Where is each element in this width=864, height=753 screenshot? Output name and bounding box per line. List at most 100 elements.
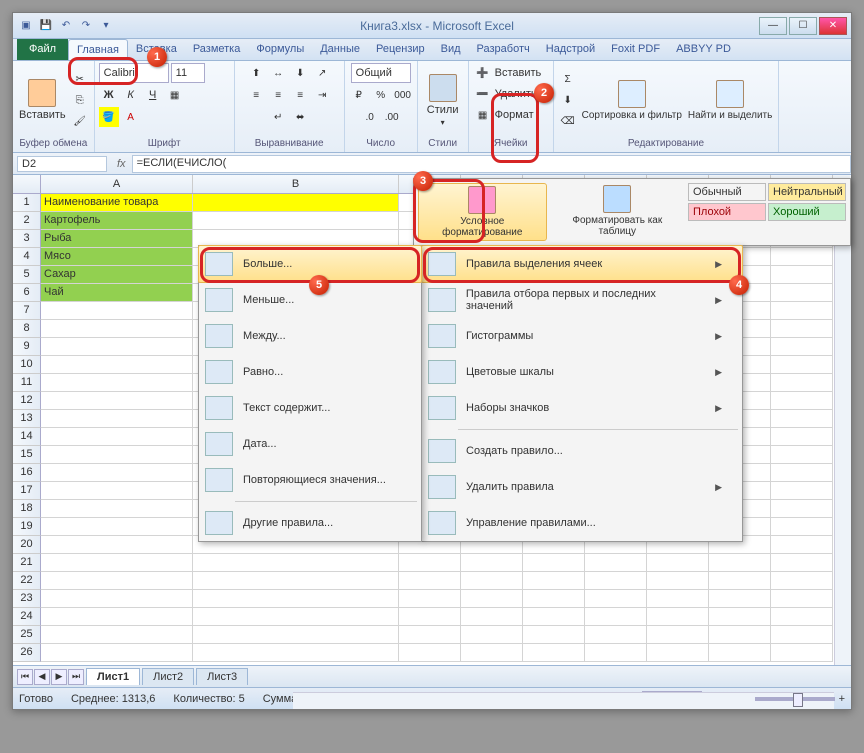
cell[interactable] (771, 500, 833, 518)
number-format-combo[interactable]: Общий (351, 63, 411, 83)
tab-data[interactable]: Данные (312, 39, 368, 60)
clear-icon[interactable]: ⌫ (558, 111, 578, 131)
cell[interactable] (41, 500, 193, 518)
cell[interactable]: Сахар (41, 266, 193, 284)
cell[interactable] (523, 554, 585, 572)
cut-icon[interactable]: ✂ (70, 69, 90, 89)
cell[interactable] (771, 392, 833, 410)
underline-icon[interactable]: Ч (143, 85, 163, 105)
row-header[interactable]: 4 (13, 248, 41, 266)
italic-icon[interactable]: К (121, 85, 141, 105)
cell[interactable]: Наименование товара (41, 194, 193, 212)
cell[interactable] (461, 626, 523, 644)
cell[interactable] (771, 284, 833, 302)
save-icon[interactable]: 💾 (37, 17, 55, 35)
insert-cells-button[interactable]: ➕Вставить (473, 63, 542, 83)
cell[interactable] (771, 536, 833, 554)
cell[interactable] (771, 302, 833, 320)
cell[interactable] (585, 572, 647, 590)
cell[interactable] (461, 554, 523, 572)
cell[interactable] (647, 626, 709, 644)
menu-item[interactable]: Создать правило... (422, 433, 742, 469)
cell[interactable] (585, 626, 647, 644)
cell[interactable] (41, 392, 193, 410)
cell[interactable] (41, 320, 193, 338)
column-header-B[interactable]: B (193, 175, 399, 193)
cell[interactable] (771, 464, 833, 482)
align-left-icon[interactable]: ≡ (246, 85, 266, 105)
cell[interactable] (771, 482, 833, 500)
row-header[interactable]: 21 (13, 554, 41, 572)
percent-icon[interactable]: % (371, 85, 391, 105)
cell[interactable] (771, 374, 833, 392)
row-header[interactable]: 5 (13, 266, 41, 284)
cell[interactable] (771, 572, 833, 590)
cell[interactable] (771, 446, 833, 464)
tab-abbyy[interactable]: ABBYY PD (668, 39, 739, 60)
cell[interactable] (771, 338, 833, 356)
cell[interactable] (771, 410, 833, 428)
menu-item[interactable]: Равно... (199, 354, 421, 390)
cell[interactable] (461, 644, 523, 662)
dec-dec-icon[interactable]: .00 (382, 107, 402, 127)
cell[interactable] (41, 428, 193, 446)
select-all-corner[interactable] (13, 175, 41, 193)
formula-bar[interactable]: =ЕСЛИ(ЕЧИСЛО( (132, 155, 851, 173)
menu-item[interactable]: Повторяющиеся значения... (199, 462, 421, 498)
row-header[interactable]: 13 (13, 410, 41, 428)
cell[interactable] (461, 590, 523, 608)
cell[interactable] (193, 572, 399, 590)
indent-icon[interactable]: ⇥ (312, 85, 332, 105)
row-header[interactable]: 24 (13, 608, 41, 626)
cell[interactable] (41, 518, 193, 536)
cell[interactable] (585, 608, 647, 626)
cell[interactable] (647, 644, 709, 662)
cell[interactable] (193, 590, 399, 608)
cell[interactable] (41, 464, 193, 482)
menu-item[interactable]: Правила отбора первых и последних значен… (422, 282, 742, 318)
menu-item[interactable]: Между... (199, 318, 421, 354)
border-icon[interactable]: ▦ (165, 85, 185, 105)
paste-button[interactable]: Вставить (17, 77, 68, 123)
cell[interactable] (771, 626, 833, 644)
tab-addins[interactable]: Надстрой (538, 39, 603, 60)
cell[interactable] (771, 356, 833, 374)
cell[interactable] (41, 536, 193, 554)
tab-foxit[interactable]: Foxit PDF (603, 39, 668, 60)
fill-color-icon[interactable]: 🪣 (99, 107, 119, 127)
sheet-tab-1[interactable]: Лист1 (86, 668, 140, 685)
cell[interactable] (41, 626, 193, 644)
sheet-nav-prev[interactable]: ◀ (34, 669, 50, 685)
cell[interactable] (771, 248, 833, 266)
orientation-icon[interactable]: ↗ (312, 63, 332, 83)
cell[interactable] (193, 626, 399, 644)
cell[interactable] (709, 626, 771, 644)
menu-item[interactable]: Правила выделения ячеек▶ (421, 245, 743, 283)
menu-item[interactable]: Управление правилами... (422, 505, 742, 541)
menu-item[interactable]: Дата... (199, 426, 421, 462)
row-header[interactable]: 12 (13, 392, 41, 410)
comma-icon[interactable]: 000 (393, 85, 413, 105)
cell[interactable] (771, 320, 833, 338)
font-color-icon[interactable]: A (121, 107, 141, 127)
column-header-A[interactable]: A (41, 175, 193, 193)
sheet-tab-3[interactable]: Лист3 (196, 668, 248, 685)
style-bad[interactable]: Плохой (688, 203, 766, 221)
format-cells-button[interactable]: ▦Формат (473, 105, 534, 125)
sheet-nav-last[interactable]: ⏭ (68, 669, 84, 685)
close-button[interactable]: ✕ (819, 17, 847, 35)
cell[interactable] (399, 572, 461, 590)
cell[interactable]: Рыба (41, 230, 193, 248)
fx-icon[interactable]: fx (111, 158, 132, 170)
tab-developer[interactable]: Разработч (469, 39, 538, 60)
cell[interactable]: Чай (41, 284, 193, 302)
menu-item[interactable]: Больше... (198, 245, 422, 283)
cell[interactable] (41, 644, 193, 662)
cell[interactable] (41, 482, 193, 500)
align-top-icon[interactable]: ⬆ (246, 63, 266, 83)
cell[interactable] (771, 554, 833, 572)
cell[interactable] (41, 572, 193, 590)
redo-icon[interactable]: ↷ (77, 17, 95, 35)
inc-dec-icon[interactable]: .0 (360, 107, 380, 127)
conditional-formatting-button[interactable]: Условное форматирование (418, 183, 547, 241)
